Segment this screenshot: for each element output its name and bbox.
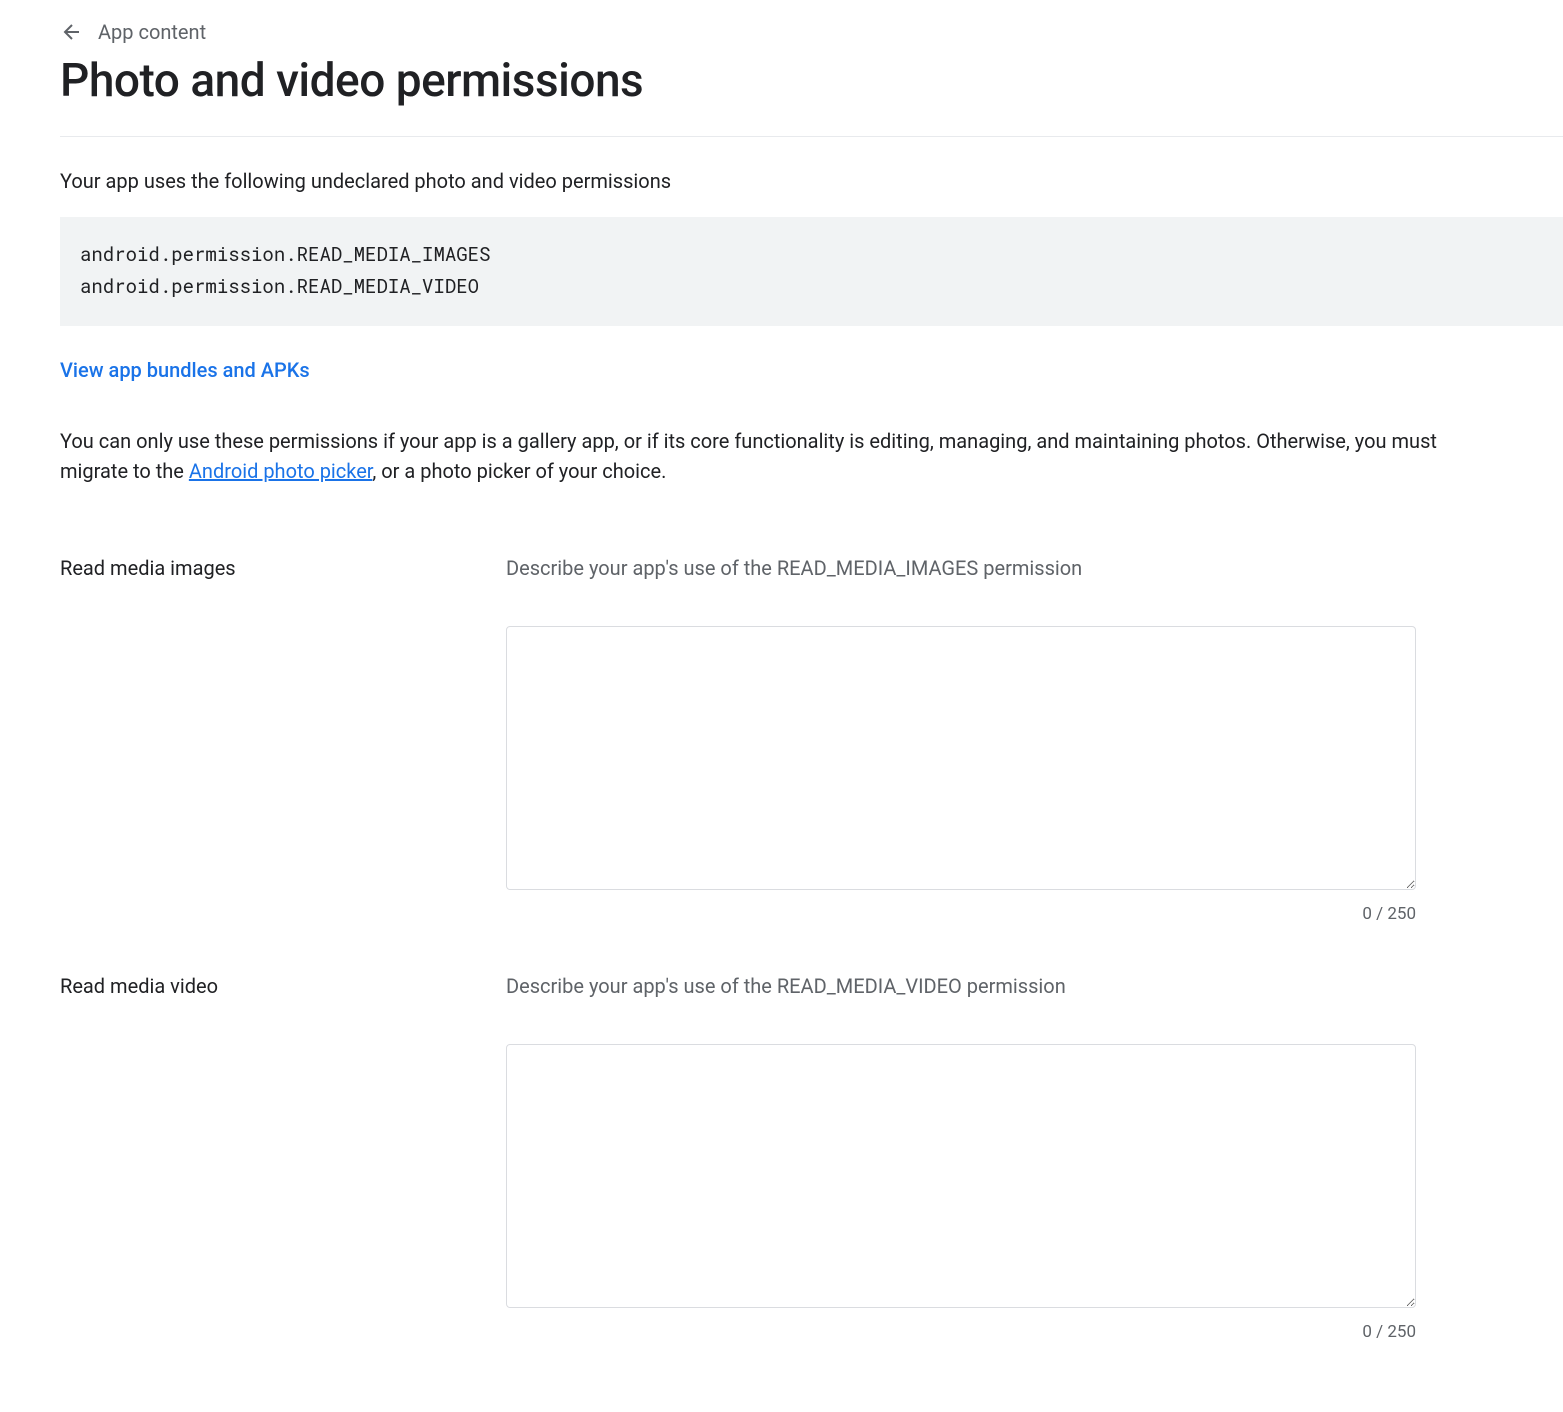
page-title: Photo and video permissions [60, 54, 1563, 108]
description-text-after: , or a photo picker of your choice. [372, 459, 666, 483]
read-media-video-label: Read media video [60, 974, 506, 998]
android-photo-picker-link[interactable]: Android photo picker [189, 459, 373, 483]
breadcrumb-label[interactable]: App content [98, 20, 206, 44]
read-media-images-section: Read media images Describe your app's us… [60, 556, 1563, 924]
read-media-images-prompt: Describe your app's use of the READ_MEDI… [506, 556, 1416, 580]
read-media-video-counter: 0 / 250 [506, 1322, 1416, 1342]
breadcrumb: App content [60, 20, 1563, 44]
read-media-video-prompt: Describe your app's use of the READ_MEDI… [506, 974, 1416, 998]
permissions-code-block: android.permission.READ_MEDIA_IMAGES and… [60, 217, 1563, 326]
intro-text: Your app uses the following undeclared p… [60, 169, 1563, 193]
read-media-images-counter: 0 / 250 [506, 904, 1416, 924]
read-media-video-input[interactable] [506, 1044, 1416, 1308]
back-arrow-icon[interactable] [60, 20, 84, 44]
description-paragraph: You can only use these permissions if yo… [60, 426, 1460, 486]
view-bundles-link[interactable]: View app bundles and APKs [60, 358, 310, 382]
read-media-images-input[interactable] [506, 626, 1416, 890]
divider [60, 136, 1563, 137]
read-media-video-section: Read media video Describe your app's use… [60, 974, 1563, 1342]
read-media-images-label: Read media images [60, 556, 506, 580]
